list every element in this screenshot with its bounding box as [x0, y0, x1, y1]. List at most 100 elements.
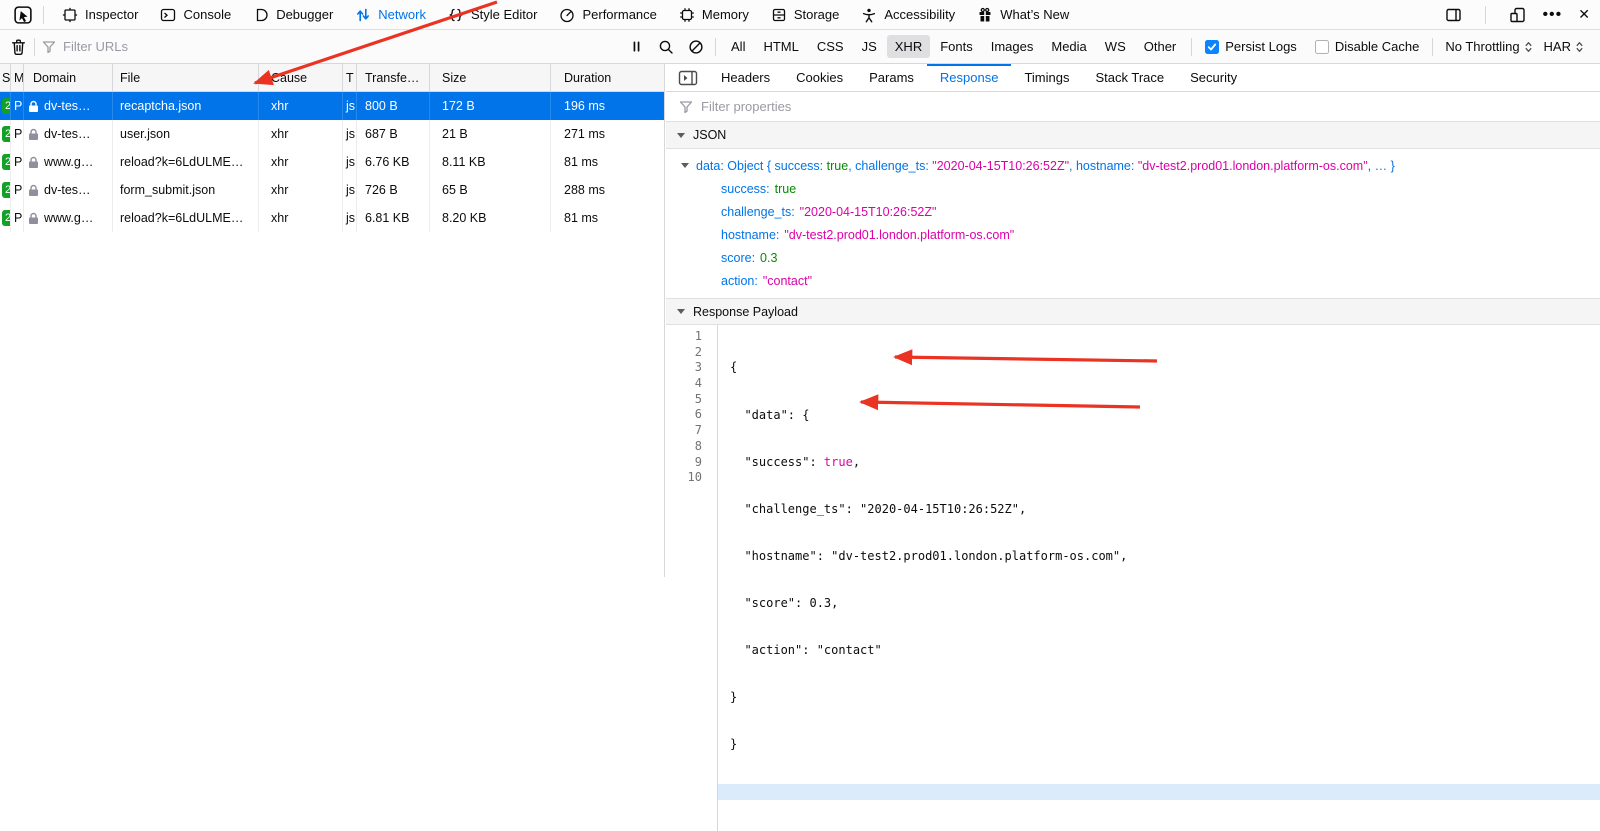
filter-js[interactable]: JS — [854, 35, 885, 58]
column-header-type[interactable]: T — [343, 64, 357, 91]
line-number: 9 — [666, 455, 702, 471]
filter-xhr[interactable]: XHR — [887, 35, 930, 58]
tab-network[interactable]: Network — [344, 0, 437, 29]
tab-storage[interactable]: Storage — [760, 0, 851, 29]
json-property-row[interactable]: hostname: "dv-test2.prod01.london.platfo… — [666, 223, 1600, 246]
type-filter-bar: All HTML CSS JS XHR Fonts Images Media W… — [723, 35, 1184, 58]
column-header-size[interactable]: Size — [430, 64, 551, 91]
close-icon[interactable]: ✕ — [1578, 6, 1590, 23]
column-header-cause[interactable]: Cause — [259, 64, 343, 91]
tab-label: Performance — [582, 7, 656, 22]
column-header-transferred[interactable]: Transfe… — [357, 64, 430, 91]
json-object-preview: data: Object { success: true, challenge_… — [696, 159, 1395, 173]
table-row-reload-1[interactable]: 2 P www.g… reload?k=6LdULME… xhr js 6.76… — [0, 148, 664, 176]
file-cell: reload?k=6LdULME… — [113, 148, 259, 176]
json-property-row[interactable]: action: "contact" — [666, 269, 1600, 292]
tab-memory[interactable]: Memory — [668, 0, 760, 29]
checkbox-unchecked-icon[interactable] — [1315, 40, 1329, 54]
filter-urls-field — [42, 39, 625, 54]
lock-icon — [28, 128, 39, 141]
divider — [1191, 38, 1192, 56]
updown-arrows-icon — [1574, 40, 1585, 54]
json-property-row[interactable]: challenge_ts: "2020-04-15T10:26:52Z" — [666, 200, 1600, 223]
filter-css[interactable]: CSS — [809, 35, 852, 58]
json-property-row[interactable]: success: true — [666, 177, 1600, 200]
column-header-domain[interactable]: Domain — [24, 64, 113, 91]
network-icon — [355, 7, 371, 23]
property-key: challenge_ts: — [721, 205, 795, 219]
braces-icon — [448, 7, 464, 23]
json-root-row[interactable]: data: Object { success: true, challenge_… — [666, 154, 1600, 177]
tab-inspector[interactable]: Inspector — [51, 0, 149, 29]
column-header-method[interactable]: M — [11, 64, 24, 91]
responsive-mode-icon[interactable] — [1509, 7, 1526, 23]
twisty-expanded-icon[interactable] — [677, 133, 685, 138]
element-picker-button[interactable] — [10, 6, 36, 24]
type-cell: js — [343, 176, 357, 204]
json-property-row[interactable]: score: 0.3 — [666, 246, 1600, 269]
column-header-duration[interactable]: Duration — [551, 64, 664, 91]
more-options-icon[interactable]: ••• — [1542, 10, 1562, 20]
tab-console[interactable]: Console — [149, 0, 242, 29]
response-payload-section-header[interactable]: Response Payload — [666, 298, 1600, 325]
disable-cache-toggle[interactable]: Disable Cache — [1315, 39, 1420, 54]
throttling-select[interactable]: No Throttling — [1440, 39, 1538, 54]
search-icon[interactable] — [658, 39, 674, 55]
filter-images[interactable]: Images — [983, 35, 1042, 58]
block-icon[interactable] — [688, 39, 704, 55]
table-row-user[interactable]: 2 P dv-tes… user.json xhr js 687 B 21 B … — [0, 120, 664, 148]
tab-cookies[interactable]: Cookies — [783, 64, 856, 92]
code-line: "score": 0.3, — [718, 596, 1600, 612]
tab-accessibility[interactable]: Accessibility — [850, 0, 966, 29]
split-pane-icon[interactable] — [678, 70, 698, 86]
table-row-recaptcha[interactable]: 2 P dv-tes… recaptcha.json xhr js 800 B … — [0, 92, 664, 120]
tab-security[interactable]: Security — [1177, 64, 1250, 92]
cause-cell: xhr — [259, 204, 343, 232]
tab-debugger[interactable]: Debugger — [242, 0, 344, 29]
code-line: "action": "contact" — [718, 643, 1600, 659]
clear-requests-trash-icon[interactable] — [10, 38, 27, 56]
response-source-view[interactable]: 1 2 3 4 5 6 7 8 9 10 { "data": { "succes… — [666, 325, 1600, 831]
column-header-file[interactable]: File — [113, 64, 259, 91]
dock-side-icon[interactable] — [1445, 7, 1462, 23]
har-menu[interactable]: HAR — [1539, 39, 1590, 54]
lock-icon — [28, 184, 39, 197]
tab-params[interactable]: Params — [856, 64, 927, 92]
table-row-reload-2[interactable]: 2 P www.g… reload?k=6LdULME… xhr js 6.81… — [0, 204, 664, 232]
status-cell: 2 — [0, 120, 11, 148]
twisty-expanded-icon[interactable] — [681, 163, 689, 168]
tab-performance[interactable]: Performance — [548, 0, 667, 29]
filter-all[interactable]: All — [723, 35, 753, 58]
checkbox-checked-icon[interactable] — [1205, 40, 1219, 54]
persist-logs-toggle[interactable]: Persist Logs — [1205, 39, 1297, 54]
cause-cell: xhr — [259, 120, 343, 148]
line-number: 10 — [666, 470, 702, 486]
storage-icon — [771, 7, 787, 23]
transferred-cell: 6.76 KB — [357, 148, 430, 176]
tab-headers[interactable]: Headers — [708, 64, 783, 92]
tab-style-editor[interactable]: Style Editor — [437, 0, 548, 29]
code-line: "success": true, — [718, 455, 1600, 471]
json-section-header[interactable]: JSON — [666, 122, 1600, 149]
tab-response[interactable]: Response — [927, 64, 1012, 92]
tab-timings[interactable]: Timings — [1011, 64, 1082, 92]
lock-icon — [28, 100, 39, 113]
code-line: } — [718, 690, 1600, 706]
filter-ws[interactable]: WS — [1097, 35, 1134, 58]
gauge-icon — [559, 7, 575, 23]
element-picker-icon — [14, 6, 32, 24]
tab-whats-new[interactable]: What’s New — [966, 0, 1080, 29]
filter-html[interactable]: HTML — [755, 35, 806, 58]
table-row-form-submit[interactable]: 2 P dv-tes… form_submit.json xhr js 726 … — [0, 176, 664, 204]
pause-icon[interactable] — [629, 39, 644, 54]
filter-fonts[interactable]: Fonts — [932, 35, 981, 58]
code-line: "challenge_ts": "2020-04-15T10:26:52Z", — [718, 502, 1600, 518]
filter-urls-input[interactable] — [63, 39, 625, 54]
column-header-status[interactable]: S — [0, 64, 11, 91]
request-details-panel: Headers Cookies Params Response Timings … — [666, 64, 1600, 577]
filter-other[interactable]: Other — [1136, 35, 1185, 58]
tab-stack-trace[interactable]: Stack Trace — [1082, 64, 1177, 92]
filter-properties-input[interactable] — [701, 99, 1587, 114]
twisty-expanded-icon[interactable] — [677, 309, 685, 314]
filter-media[interactable]: Media — [1043, 35, 1094, 58]
